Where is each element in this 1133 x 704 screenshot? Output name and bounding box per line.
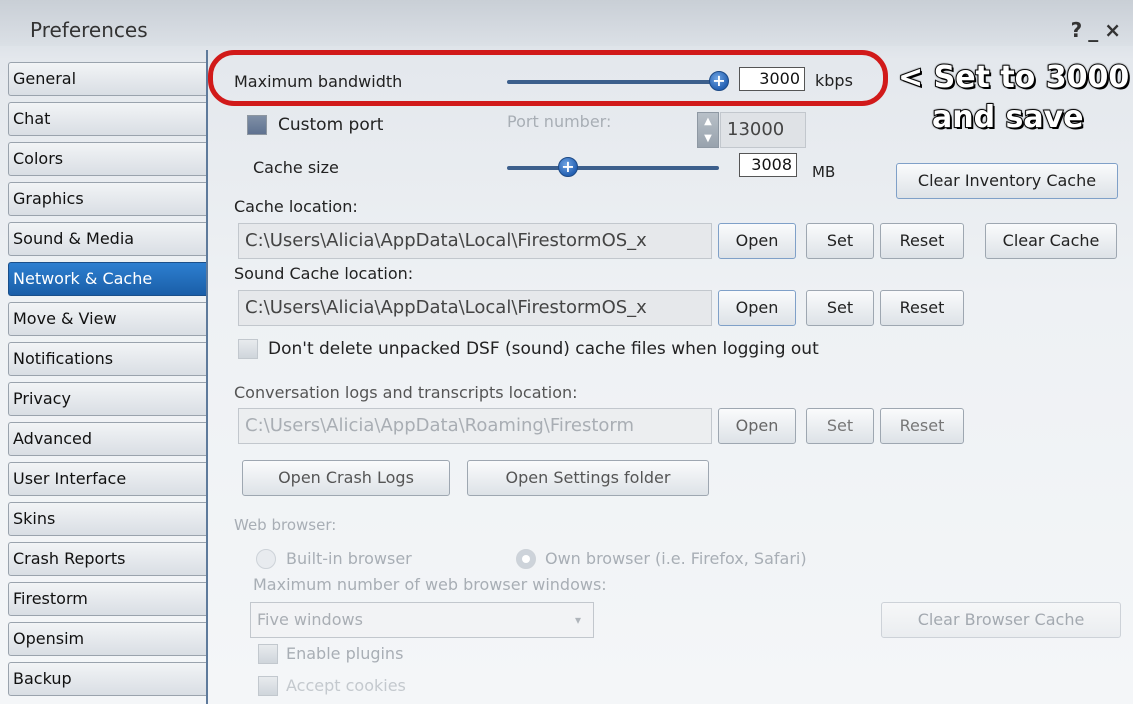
port-number-label: Port number:: [507, 112, 612, 131]
sidebar-item-user-interface[interactable]: User Interface: [8, 462, 206, 496]
logs-reset-button[interactable]: Reset: [880, 408, 964, 444]
cache-size-slider-track[interactable]: [507, 166, 719, 170]
annotation-highlight-oval: [208, 50, 888, 106]
cache-set-button[interactable]: Set: [806, 223, 874, 259]
cache-size-label: Cache size: [253, 158, 339, 177]
sound-cache-location-label: Sound Cache location:: [234, 264, 414, 283]
help-icon[interactable]: ?: [1071, 18, 1089, 42]
port-number-input[interactable]: 13000: [720, 112, 806, 148]
logs-location-label: Conversation logs and transcripts locati…: [234, 383, 578, 402]
sidebar-item-backup[interactable]: Backup: [8, 662, 206, 696]
custom-port-checkbox[interactable]: [247, 115, 267, 135]
clear-cache-button[interactable]: Clear Cache: [985, 223, 1117, 259]
sidebar-item-network-cache[interactable]: Network & Cache: [8, 262, 206, 296]
sidebar-item-chat[interactable]: Chat: [8, 102, 206, 136]
title-bar: [0, 0, 1133, 46]
own-browser-radio[interactable]: [516, 549, 536, 569]
web-browser-label: Web browser:: [234, 516, 337, 534]
cache-size-slider-knob[interactable]: +: [558, 157, 578, 177]
cache-location-field[interactable]: C:\Users\Alicia\AppData\Local\FirestormO…: [238, 223, 712, 259]
sidebar-item-opensim[interactable]: Opensim: [8, 622, 206, 656]
window-title: Preferences: [30, 18, 148, 42]
sidebar-item-general[interactable]: General: [8, 62, 206, 96]
sidebar-item-colors[interactable]: Colors: [8, 142, 206, 176]
clear-browser-cache-button[interactable]: Clear Browser Cache: [881, 602, 1121, 638]
logs-open-button[interactable]: Open: [718, 408, 796, 444]
sidebar-item-sound-media[interactable]: Sound & Media: [8, 222, 206, 256]
sound-cache-reset-button[interactable]: Reset: [880, 290, 964, 326]
cache-size-unit: MB: [812, 163, 836, 181]
cache-open-button[interactable]: Open: [718, 223, 796, 259]
max-windows-dropdown[interactable]: Five windows ▾: [250, 602, 594, 638]
port-spinner[interactable]: ▲ ▼: [697, 112, 719, 148]
accept-cookies-checkbox[interactable]: [258, 676, 278, 696]
max-windows-value: Five windows: [257, 610, 363, 629]
logs-location-field[interactable]: C:\Users\Alicia\AppData\Roaming\Firestor…: [238, 408, 712, 444]
builtin-browser-label: Built-in browser: [286, 549, 412, 568]
annotation-text-line2: and save: [931, 99, 1085, 136]
sidebar-divider: [206, 50, 208, 704]
sound-cache-location-field[interactable]: C:\Users\Alicia\AppData\Local\FirestormO…: [238, 290, 712, 326]
sidebar-item-privacy[interactable]: Privacy: [8, 382, 206, 416]
cache-reset-button[interactable]: Reset: [880, 223, 964, 259]
logs-set-button[interactable]: Set: [806, 408, 874, 444]
dsf-cache-label: Don't delete unpacked DSF (sound) cache …: [268, 339, 819, 359]
max-windows-label: Maximum number of web browser windows:: [253, 575, 607, 594]
sidebar-item-crash-reports[interactable]: Crash Reports: [8, 542, 206, 576]
dsf-cache-checkbox[interactable]: [238, 339, 258, 359]
sidebar-item-notifications[interactable]: Notifications: [8, 342, 206, 376]
minimize-icon[interactable]: _: [1088, 18, 1104, 42]
own-browser-label: Own browser (i.e. Firefox, Safari): [545, 549, 807, 568]
accept-cookies-label: Accept cookies: [286, 676, 406, 695]
chevron-down-icon: ▾: [574, 613, 581, 627]
enable-plugins-label: Enable plugins: [286, 644, 404, 663]
annotation-text-line1: < Set to 3000: [897, 59, 1130, 96]
clear-inventory-cache-button[interactable]: Clear Inventory Cache: [896, 163, 1118, 199]
close-icon[interactable]: ×: [1104, 18, 1127, 42]
custom-port-label: Custom port: [278, 115, 384, 135]
sidebar-item-skins[interactable]: Skins: [8, 502, 206, 536]
sidebar-item-move-view[interactable]: Move & View: [8, 302, 206, 336]
sound-cache-open-button[interactable]: Open: [718, 290, 796, 326]
sidebar-item-graphics[interactable]: Graphics: [8, 182, 206, 216]
cache-size-input[interactable]: 3008: [739, 153, 797, 177]
enable-plugins-checkbox[interactable]: [258, 644, 278, 664]
open-crash-logs-button[interactable]: Open Crash Logs: [242, 460, 450, 496]
builtin-browser-radio[interactable]: [256, 549, 276, 569]
sound-cache-set-button[interactable]: Set: [806, 290, 874, 326]
open-settings-folder-button[interactable]: Open Settings folder: [467, 460, 709, 496]
sidebar-item-advanced[interactable]: Advanced: [8, 422, 206, 456]
window-controls: ?_×: [1071, 18, 1127, 42]
cache-location-label: Cache location:: [234, 197, 358, 216]
sidebar-item-firestorm[interactable]: Firestorm: [8, 582, 206, 616]
